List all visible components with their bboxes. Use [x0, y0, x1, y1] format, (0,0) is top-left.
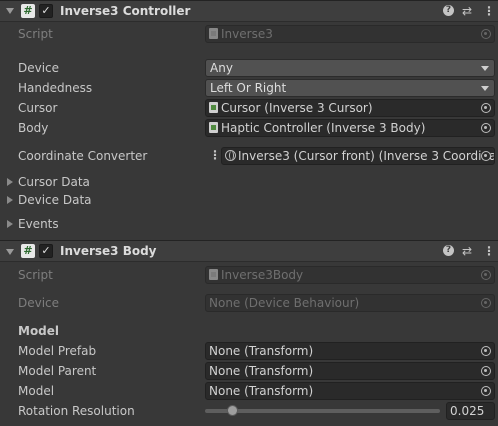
- device-dropdown[interactable]: Any: [205, 59, 495, 77]
- events-foldout[interactable]: Events: [18, 217, 59, 231]
- body-script-label: Script: [18, 268, 53, 282]
- model-label: Model: [18, 384, 55, 398]
- rotation-resolution-slider-thumb[interactable]: [227, 405, 239, 416]
- body-script-value: Inverse3Body: [221, 268, 304, 282]
- rotation-resolution-input[interactable]: 0.025: [446, 402, 495, 420]
- rotation-resolution-value: 0.025: [450, 404, 485, 418]
- body-label: Body: [18, 121, 49, 135]
- device-data-foldout[interactable]: Device Data: [18, 193, 92, 207]
- coordinate-converter-prefab-icon: [225, 150, 236, 161]
- device-label: Device: [18, 61, 60, 75]
- controller-enabled-checkbox[interactable]: ✓: [39, 4, 53, 18]
- controller-script-field: Inverse3: [205, 25, 495, 43]
- model-parent-picker-icon[interactable]: [481, 366, 491, 376]
- body-component-title: Inverse3 Body: [60, 244, 157, 258]
- cursor-data-foldout-icon[interactable]: [7, 178, 13, 186]
- body-device-label: Device: [18, 296, 60, 310]
- coordinate-converter-picker-icon[interactable]: [481, 151, 491, 161]
- rotation-resolution-slider-track[interactable]: [205, 409, 440, 413]
- controller-script-label: Script: [18, 27, 53, 41]
- body-script-asset-icon: [209, 269, 218, 280]
- cursor-component-icon: [209, 102, 218, 113]
- model-parent-value: None (Transform): [209, 364, 314, 378]
- coordinate-converter-field[interactable]: Inverse3 (Cursor front) (Inverse 3 Coord…: [221, 147, 495, 165]
- model-parent-label: Model Parent: [18, 364, 97, 378]
- body-device-picker-icon: [481, 298, 491, 308]
- coordinate-converter-options-icon[interactable]: ⋮: [209, 148, 221, 162]
- controller-presets-icon[interactable]: ⇄: [460, 4, 474, 18]
- body-device-field: None (Device Behaviour): [205, 294, 495, 312]
- body-component-presets-icon[interactable]: ⇄: [460, 244, 474, 258]
- controller-script-value: Inverse3: [221, 27, 273, 41]
- controller-script-icon: #: [21, 4, 35, 18]
- model-field[interactable]: None (Transform): [205, 382, 495, 400]
- body-picker-icon[interactable]: [481, 123, 491, 133]
- controller-help-icon[interactable]: ?: [443, 5, 454, 16]
- device-data-foldout-icon[interactable]: [7, 196, 13, 204]
- coordinate-converter-value: Inverse3 (Cursor front) (Inverse 3 Coord…: [238, 149, 495, 163]
- cursor-object-field[interactable]: Cursor (Inverse 3 Cursor): [205, 99, 495, 117]
- body-script-field: Inverse3Body: [205, 266, 495, 284]
- cursor-label: Cursor: [18, 101, 58, 115]
- controller-title: Inverse3 Controller: [60, 4, 191, 18]
- body-value: Haptic Controller (Inverse 3 Body): [221, 121, 426, 135]
- body-component-menu-icon[interactable]: ⋮: [483, 244, 495, 258]
- body-component-script-icon: #: [21, 244, 35, 258]
- rotation-resolution-label: Rotation Resolution: [18, 404, 135, 418]
- device-dropdown-arrow-icon: [481, 66, 489, 71]
- body-component-help-icon[interactable]: ?: [443, 245, 454, 256]
- model-prefab-field[interactable]: None (Transform): [205, 342, 495, 360]
- events-foldout-icon[interactable]: [7, 220, 13, 228]
- model-prefab-picker-icon[interactable]: [481, 346, 491, 356]
- handedness-dropdown[interactable]: Left Or Right: [205, 79, 495, 97]
- model-value: None (Transform): [209, 384, 314, 398]
- cursor-value: Cursor (Inverse 3 Cursor): [221, 101, 373, 115]
- body-script-picker-icon: [481, 270, 491, 280]
- script-asset-icon: [209, 28, 218, 39]
- model-parent-field[interactable]: None (Transform): [205, 362, 495, 380]
- body-component-enabled-checkbox[interactable]: ✓: [39, 244, 53, 258]
- cursor-picker-icon[interactable]: [481, 103, 491, 113]
- model-prefab-value: None (Transform): [209, 344, 314, 358]
- handedness-label: Handedness: [18, 81, 93, 95]
- handedness-dropdown-arrow-icon: [481, 86, 489, 91]
- model-section-heading: Model: [18, 324, 60, 338]
- body-device-value: None (Device Behaviour): [209, 296, 360, 310]
- model-prefab-label: Model Prefab: [18, 344, 97, 358]
- handedness-dropdown-value: Left Or Right: [210, 81, 287, 95]
- cursor-data-foldout[interactable]: Cursor Data: [18, 175, 90, 189]
- model-picker-icon[interactable]: [481, 386, 491, 396]
- controller-script-picker-icon: [481, 29, 491, 39]
- coordinate-converter-label: Coordinate Converter: [18, 149, 148, 163]
- controller-foldout-icon[interactable]: [6, 8, 14, 14]
- body-component-foldout-icon[interactable]: [6, 249, 14, 255]
- body-component-icon: [209, 122, 218, 133]
- controller-menu-icon[interactable]: ⋮: [483, 4, 495, 18]
- body-object-field[interactable]: Haptic Controller (Inverse 3 Body): [205, 119, 495, 137]
- device-dropdown-value: Any: [210, 61, 233, 75]
